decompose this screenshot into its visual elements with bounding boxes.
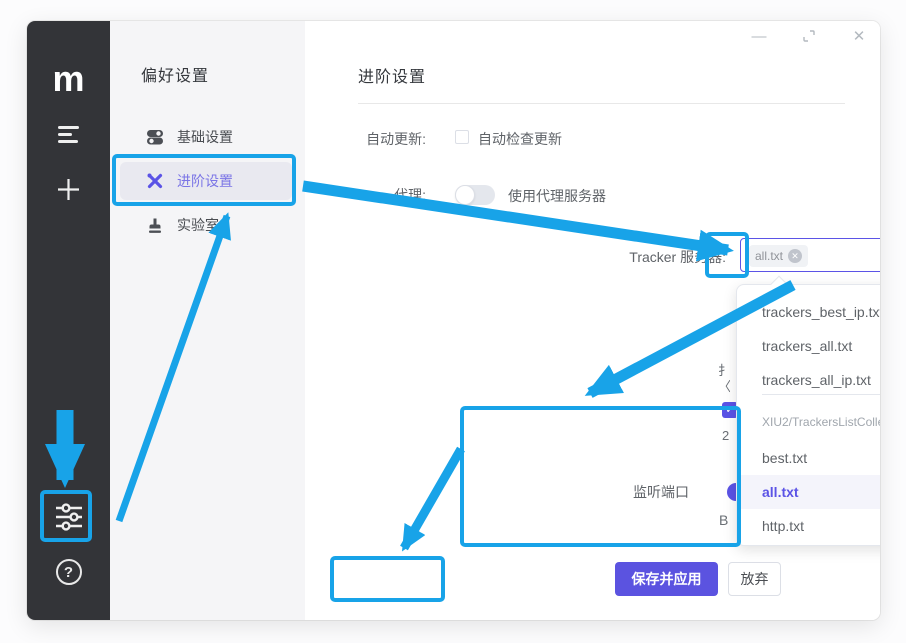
maximize-icon [802,29,816,43]
help-button[interactable]: ? [27,559,110,585]
menu-item-label: 基础设置 [177,127,233,147]
proxy-toggle-label: 使用代理服务器 [508,186,606,206]
auto-update-checkbox[interactable] [455,130,469,144]
app-window: m ? 偏好设置 [27,21,880,620]
annotation-box-dropdown-chevron [705,232,749,278]
save-apply-button[interactable]: 保存并应用 [615,562,718,596]
dropdown-option-selected[interactable]: all.txt ✓ [737,475,880,509]
tag-close-icon[interactable]: ✕ [788,249,802,263]
add-task-button[interactable] [27,176,110,203]
menu-item-basic[interactable]: 基础设置 [120,118,292,156]
tracker-source-dropdown: trackers_best_ip.txt trackers_all.txt tr… [736,284,880,546]
auto-update-checkbox-label[interactable]: 自动检查更新 [478,129,562,149]
dropdown-option[interactable]: trackers_best_ip.txt [737,295,880,329]
proxy-toggle[interactable] [455,185,495,205]
menu-item-lab[interactable]: 实验室 [120,206,292,244]
plus-icon [55,176,82,203]
annotation-box-save-button [330,556,445,602]
window-controls: — ✕ [750,27,868,45]
dropdown-caret [771,276,788,293]
preferences-title: 偏好设置 [141,62,209,86]
dropdown-option[interactable]: trackers_all.txt [737,329,880,363]
preferences-panel: 偏好设置 基础设置 进阶设置 [110,21,305,620]
proxy-label: 代理: [360,185,426,205]
annotation-box-advanced-menu [112,154,296,206]
question-icon: ? [56,559,82,585]
tracker-select[interactable]: all.txt ✕ [740,238,880,272]
dropdown-divider [762,394,880,395]
maximize-button[interactable] [800,27,818,45]
dropdown-option[interactable]: http.txt [737,509,880,543]
tracker-label: Tracker 服务器: [333,247,726,267]
lab-stamp-icon [145,217,165,234]
annotation-box-dropdown-group [460,406,741,547]
tracker-tag: all.txt ✕ [749,245,808,267]
discard-button[interactable]: 放弃 [728,562,781,596]
dropdown-option[interactable]: best.txt [737,441,880,475]
annotation-box-preferences-icon [40,490,92,542]
dropdown-option[interactable]: trackers_all_ip.txt [737,363,880,397]
auto-update-label: 自动更新: [360,129,426,149]
tag-label: all.txt [755,249,783,263]
occluded-text-fragment: 〈 [718,376,730,395]
page-title: 进阶设置 [358,63,426,87]
menu-item-label: 实验室 [177,215,219,235]
close-button[interactable]: ✕ [850,27,868,45]
motrix-logo: m [27,61,110,97]
minimize-button[interactable]: — [750,27,768,45]
task-list-button[interactable] [27,126,110,143]
toggles-icon [145,129,165,145]
task-list-icon [58,126,79,143]
toggle-knob [455,185,475,205]
selected-option-label: all.txt [762,484,799,500]
dropdown-group-label: XIU2/TrackersListCollection [762,410,880,434]
title-divider [358,103,845,104]
